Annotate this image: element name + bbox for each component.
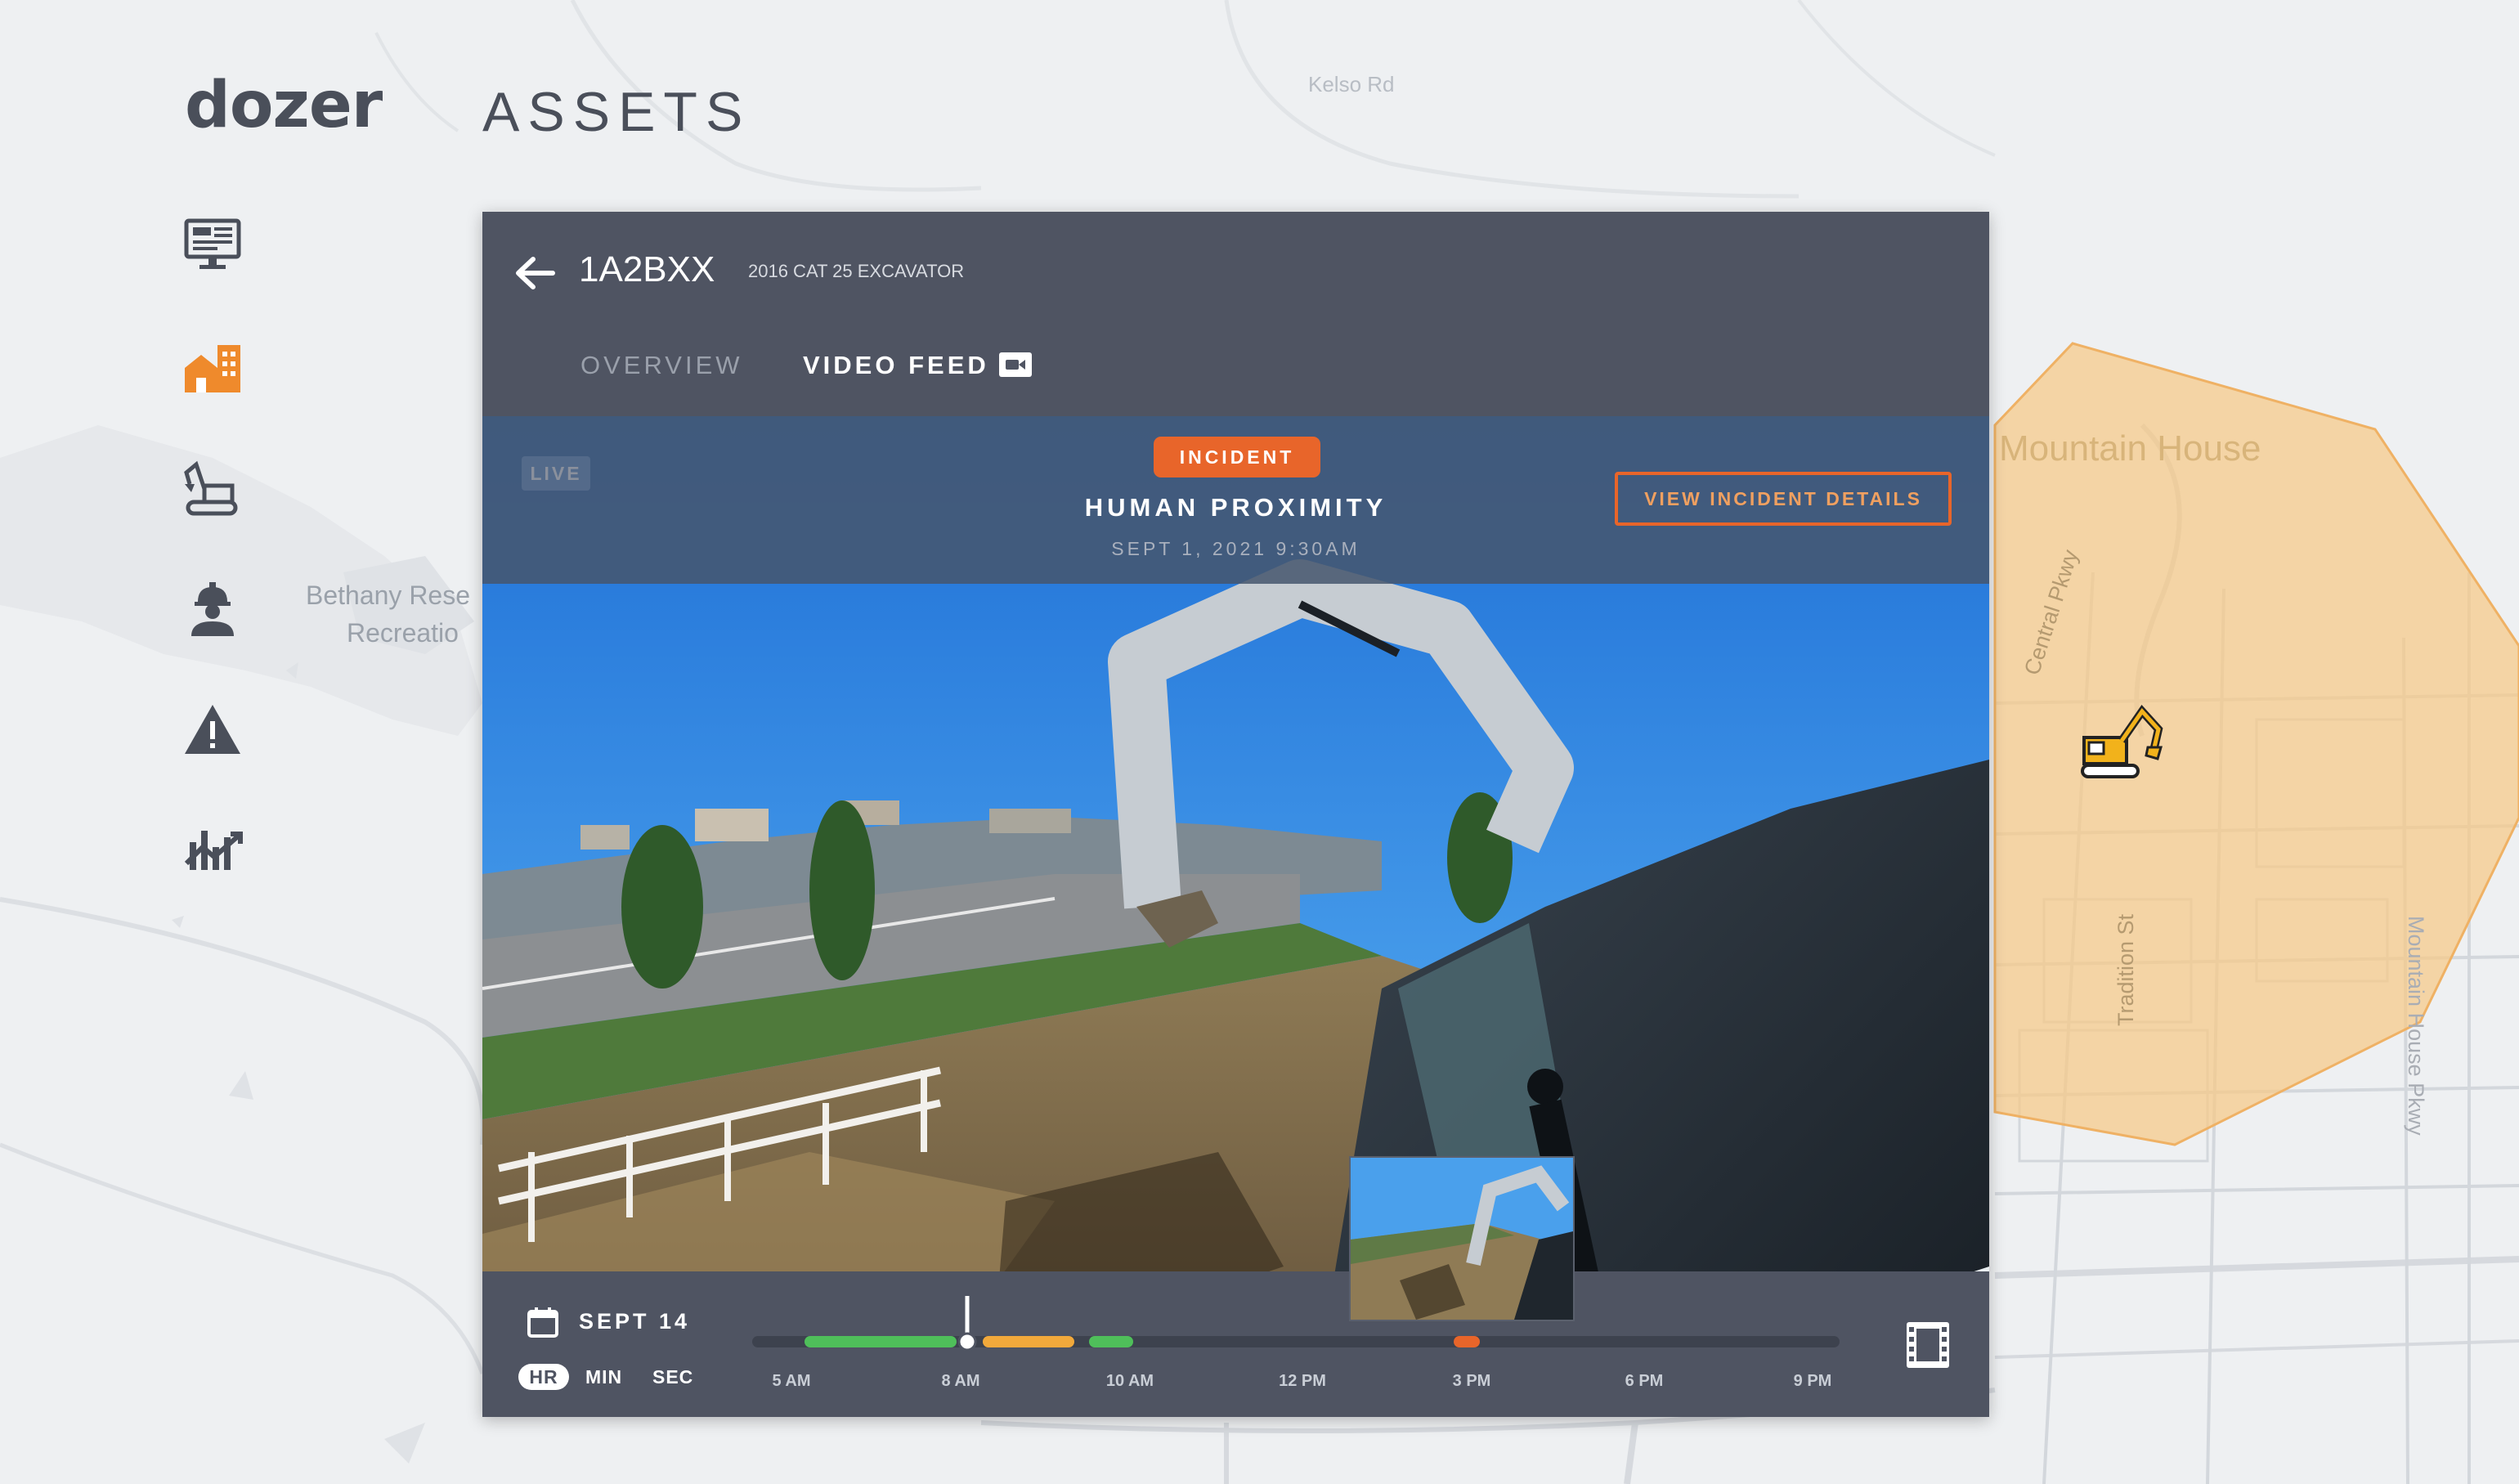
calendar-icon[interactable]: [527, 1306, 559, 1338]
monitor-icon[interactable]: [182, 214, 244, 276]
live-badge[interactable]: LIVE: [522, 456, 590, 491]
unit-toggle-sec[interactable]: SEC: [652, 1364, 693, 1390]
unit-toggle-hr[interactable]: HR: [518, 1364, 569, 1390]
warning-icon[interactable]: [182, 698, 244, 760]
playhead-handle: [957, 1332, 977, 1352]
video-camera-icon: [999, 352, 1032, 377]
playback-timeline[interactable]: 5 AM 8 AM 10 AM 12 PM 3 PM 6 PM 9 PM: [752, 1271, 1889, 1417]
map-label-road: Kelso Rd: [1308, 72, 1395, 96]
page-title: ASSETS: [482, 81, 751, 143]
map-label-bethany: Bethany Rese: [306, 581, 471, 610]
tab-video-feed[interactable]: VIDEO FEED: [803, 351, 989, 380]
map-label-mountain-house: Mountain House: [1999, 428, 2261, 469]
view-incident-details-button[interactable]: VIEW INCIDENT DETAILS: [1615, 472, 1952, 526]
tick-label: 5 AM: [772, 1372, 811, 1390]
timeline-segment-green: [805, 1336, 957, 1347]
tab-overview[interactable]: OVERVIEW: [580, 351, 743, 380]
tick-label: 8 AM: [941, 1372, 980, 1390]
map-label-tradition-st: Tradition St: [2113, 913, 2138, 1026]
back-arrow-icon[interactable]: [507, 244, 564, 302]
playback-footer: SEPT 14 HR MIN SEC 5 AM 8 AM 10 AM 12 PM…: [482, 1271, 1989, 1417]
asset-video-panel: 1A2BXX 2016 CAT 25 EXCAVATOR OVERVIEW VI…: [482, 212, 1989, 1417]
incident-badge: INCIDENT: [1154, 437, 1320, 477]
worker-icon[interactable]: [182, 577, 244, 639]
excavator-marker-icon[interactable]: [2073, 705, 2167, 787]
playback-date[interactable]: SEPT 14: [579, 1309, 690, 1334]
timeline-segment-green-2: [1089, 1336, 1133, 1347]
timeline-preview-thumbnail: [1349, 1156, 1575, 1321]
timeline-segment-red: [1454, 1336, 1480, 1347]
tick-label: 9 PM: [1793, 1372, 1832, 1390]
incident-datetime: SEPT 1, 2021 9:30AM: [1111, 538, 1360, 559]
film-strip-icon[interactable]: [1905, 1320, 1951, 1370]
excavator-icon[interactable]: [182, 456, 244, 518]
panel-header: 1A2BXX 2016 CAT 25 EXCAVATOR OVERVIEW VI…: [482, 212, 1989, 416]
asset-id: 1A2BXX: [579, 249, 715, 289]
unit-toggle-min[interactable]: MIN: [585, 1364, 622, 1390]
analytics-chart-icon[interactable]: [182, 814, 244, 877]
map-label-mountain-house-pkwy: Mountain House Pkwy: [2404, 916, 2428, 1136]
asset-description: 2016 CAT 25 EXCAVATOR: [748, 261, 965, 281]
tick-label: 10 AM: [1105, 1372, 1154, 1390]
brand-logo[interactable]: dozer: [185, 69, 383, 142]
tick-label: 6 PM: [1625, 1372, 1664, 1390]
site-building-icon[interactable]: [182, 335, 244, 397]
tick-label: 3 PM: [1452, 1372, 1491, 1390]
timeline-segment-yellow: [983, 1336, 1074, 1347]
map-label-bethany-recreation: Recreatio: [347, 618, 459, 648]
tick-label: 12 PM: [1279, 1372, 1326, 1390]
